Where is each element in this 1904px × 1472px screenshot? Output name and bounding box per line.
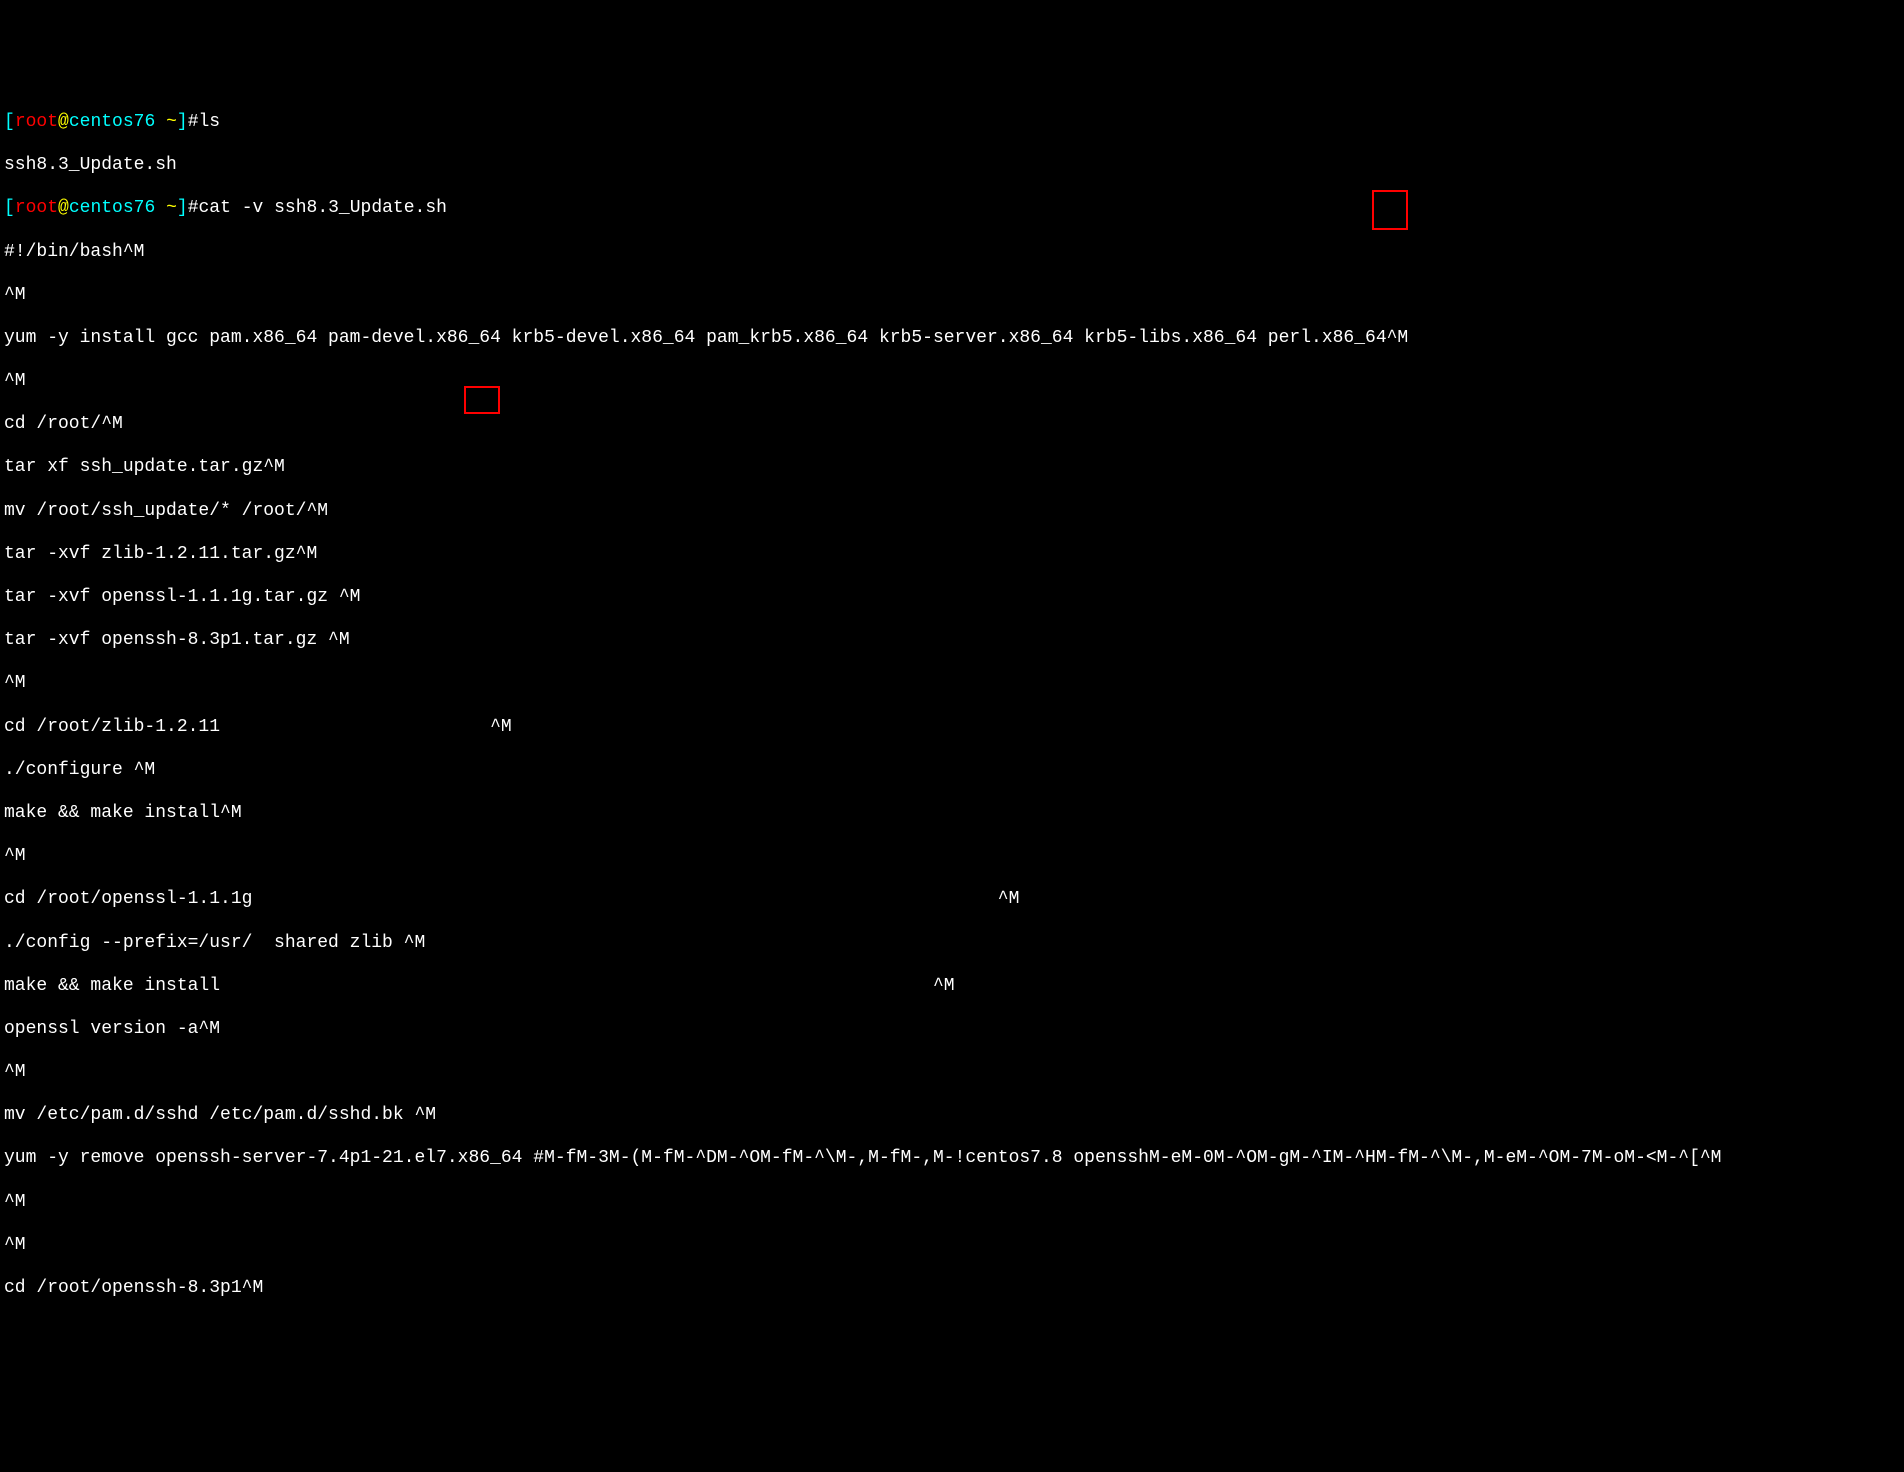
command-cat: cat -v ssh8.3_Update.sh — [199, 198, 447, 218]
script-line: openssl version -a^M — [4, 1019, 1900, 1041]
script-line: cd /root/^M — [4, 414, 1900, 436]
prompt-user: root — [15, 112, 58, 132]
script-line: ^M — [4, 1235, 1900, 1257]
script-line: tar xf ssh_update.tar.gz^M — [4, 457, 1900, 479]
script-line: ^M — [4, 846, 1900, 868]
prompt-line-2: [root@centos76 ~]#cat -v ssh8.3_Update.s… — [4, 198, 1900, 220]
bracket-open: [ — [4, 112, 15, 132]
script-line: ^M — [4, 371, 1900, 393]
script-line: cd /root/openssh-8.3p1^M — [4, 1278, 1900, 1300]
prompt-hash: # — [188, 112, 199, 132]
script-line: ^M — [4, 1062, 1900, 1084]
terminal-output[interactable]: [root@centos76 ~]#ls ssh8.3_Update.sh [r… — [4, 90, 1900, 1364]
script-line: cd /root/openssl-1.1.1g ^M — [4, 889, 1900, 911]
script-line: make && make install ^M — [4, 976, 1900, 998]
script-line: mv /etc/pam.d/sshd /etc/pam.d/sshd.bk ^M — [4, 1105, 1900, 1127]
bracket-open: [ — [4, 198, 15, 218]
prompt-hash: # — [188, 198, 199, 218]
script-line: ./configure ^M — [4, 760, 1900, 782]
prompt-line-1: [root@centos76 ~]#ls — [4, 112, 1900, 134]
script-line: make && make install^M — [4, 803, 1900, 825]
prompt-path: ~ — [155, 112, 177, 132]
script-line: yum -y remove openssh-server-7.4p1-21.el… — [4, 1148, 1900, 1170]
prompt-at: @ — [58, 198, 69, 218]
script-line: ^M — [4, 1192, 1900, 1214]
ls-output: ssh8.3_Update.sh — [4, 155, 1900, 177]
script-line: cd /root/zlib-1.2.11 ^M — [4, 717, 1900, 739]
prompt-path: ~ — [155, 198, 177, 218]
script-line: tar -xvf zlib-1.2.11.tar.gz^M — [4, 544, 1900, 566]
script-line: ^M — [4, 673, 1900, 695]
prompt-host: centos76 — [69, 198, 155, 218]
command-ls: ls — [199, 112, 221, 132]
script-line: ^M — [4, 285, 1900, 307]
bracket-close: ] — [177, 198, 188, 218]
script-line: mv /root/ssh_update/* /root/^M — [4, 501, 1900, 523]
script-line: ./config --prefix=/usr/ shared zlib ^M — [4, 933, 1900, 955]
script-line: #!/bin/bash^M — [4, 242, 1900, 264]
prompt-user: root — [15, 198, 58, 218]
prompt-at: @ — [58, 112, 69, 132]
script-line: tar -xvf openssh-8.3p1.tar.gz ^M — [4, 630, 1900, 652]
script-line: yum -y install gcc pam.x86_64 pam-devel.… — [4, 328, 1900, 350]
prompt-host: centos76 — [69, 112, 155, 132]
bracket-close: ] — [177, 112, 188, 132]
script-line: tar -xvf openssl-1.1.1g.tar.gz ^M — [4, 587, 1900, 609]
